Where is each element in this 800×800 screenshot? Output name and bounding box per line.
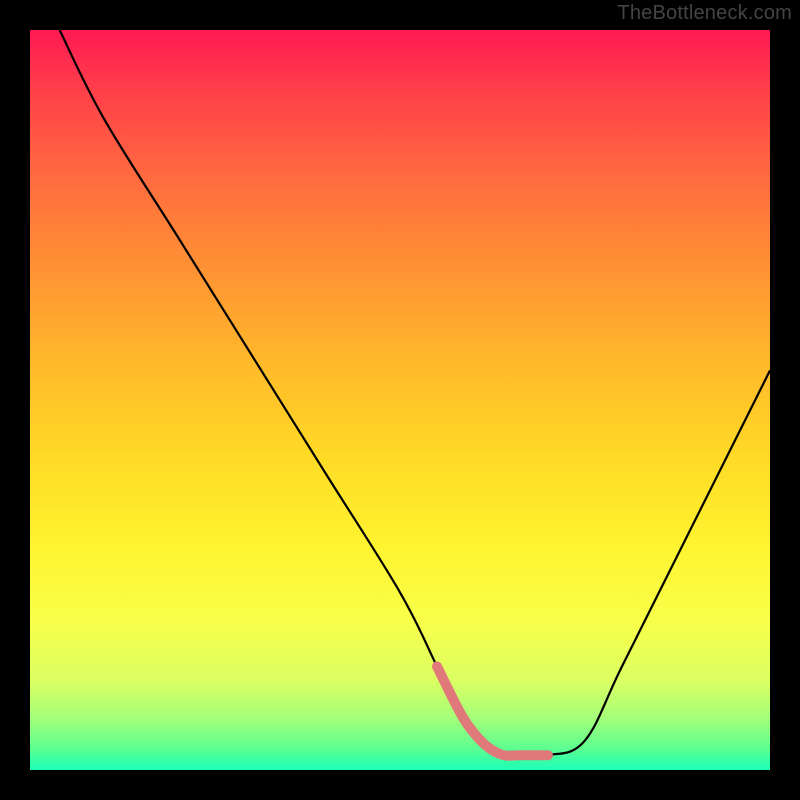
bottleneck-curve xyxy=(60,30,770,757)
watermark-label: TheBottleneck.com xyxy=(617,2,792,25)
plot-area xyxy=(30,30,770,770)
chart-frame: TheBottleneck.com xyxy=(0,0,800,800)
highlight-segment xyxy=(437,666,548,755)
chart-svg xyxy=(30,30,770,770)
